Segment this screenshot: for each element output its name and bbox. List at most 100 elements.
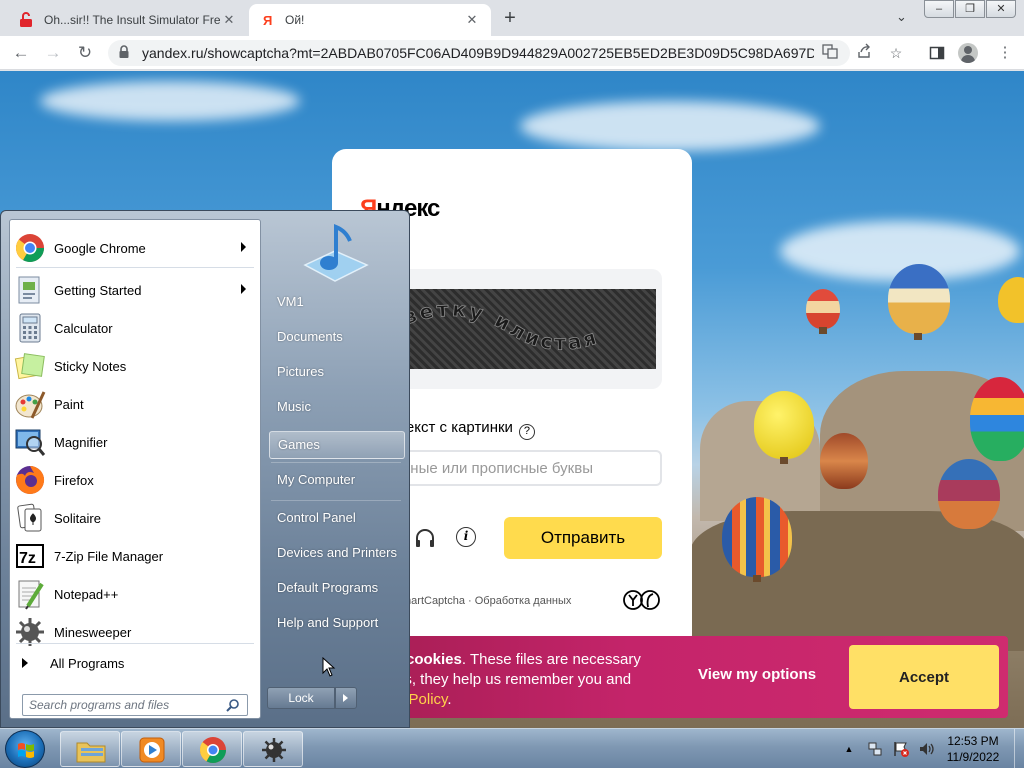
program-item-firefox[interactable]: Firefox xyxy=(12,462,258,498)
program-label: Calculator xyxy=(54,320,113,336)
captcha-word: илистая xyxy=(491,308,602,355)
start-place-documents[interactable]: Documents xyxy=(269,323,405,351)
captcha-footer-links[interactable]: martCaptcha · Обработка данных xyxy=(402,595,571,607)
translate-icon[interactable] xyxy=(820,43,840,63)
hot-air-balloon xyxy=(754,391,814,459)
program-item-7-zip-file-manager[interactable]: 7z 7-Zip File Manager xyxy=(12,538,258,574)
start-place-pictures[interactable]: Pictures xyxy=(269,358,405,386)
profile-avatar[interactable] xyxy=(958,43,978,63)
program-label: Firefox xyxy=(54,472,94,488)
tab-search-icon[interactable]: ⌄ xyxy=(896,9,907,25)
new-tab-button[interactable]: + xyxy=(498,7,522,30)
program-item-solitaire[interactable]: Solitaire xyxy=(12,500,258,536)
program-item-notepad[interactable]: Notepad++ xyxy=(12,576,258,612)
help-icon[interactable]: ? xyxy=(518,424,535,440)
lock-button[interactable]: Lock xyxy=(267,687,335,709)
chrome-icon xyxy=(14,232,46,264)
shutdown-options-button[interactable] xyxy=(335,687,357,709)
minimize-button[interactable]: – xyxy=(924,0,954,18)
start-place-control-panel[interactable]: Control Panel xyxy=(269,504,405,532)
browser-toolbar: ← → ↻ yandex.ru/showcaptcha?mt=2ABDAB070… xyxy=(0,36,1024,70)
action-center-icon[interactable] xyxy=(892,740,910,758)
notepadpp-icon xyxy=(14,578,46,610)
hot-air-balloon xyxy=(820,433,868,489)
program-item-paint[interactable]: Paint xyxy=(12,386,258,422)
address-bar[interactable]: yandex.ru/showcaptcha?mt=2ABDAB0705FC06A… xyxy=(108,40,902,66)
cloud xyxy=(520,101,820,151)
view-my-options-link[interactable]: View my options xyxy=(698,666,816,683)
side-panel-icon[interactable] xyxy=(926,42,948,64)
hot-air-balloon xyxy=(938,459,1000,529)
show-hidden-icons-arrow[interactable]: ▲ xyxy=(840,740,858,758)
captcha-image: ветку илистая xyxy=(402,289,656,369)
program-label: Notepad++ xyxy=(54,586,119,602)
program-item-google-chrome[interactable]: Google Chrome xyxy=(12,230,258,266)
firefox-icon xyxy=(14,464,46,496)
network-icon[interactable] xyxy=(866,740,884,758)
paint-icon xyxy=(14,388,46,420)
start-place-help-and-support[interactable]: Help and Support xyxy=(269,609,405,637)
all-programs-item[interactable]: All Programs xyxy=(12,650,258,676)
taskbar-minesweeper-button[interactable] xyxy=(243,731,303,767)
forward-button[interactable]: → xyxy=(42,42,64,64)
taskbar-chrome-button[interactable] xyxy=(182,731,242,767)
close-window-button[interactable]: ✕ xyxy=(986,0,1016,18)
start-place-devices-and-printers[interactable]: Devices and Printers xyxy=(269,539,405,567)
start-search-input[interactable] xyxy=(22,694,248,716)
cookie-message: r cookies. These files are necessary es, … xyxy=(396,651,641,708)
tab-strip: Oh...sir!! The Insult Simulator Free ✕ Я… xyxy=(0,0,1024,36)
program-item-calculator[interactable]: Calculator xyxy=(12,310,258,346)
cloud xyxy=(40,81,300,121)
menu-kebab-icon[interactable]: ⋮ xyxy=(994,42,1016,64)
7zip-icon: 7z xyxy=(14,540,46,572)
show-desktop-button[interactable] xyxy=(1014,729,1024,768)
program-item-getting-started[interactable]: Getting Started xyxy=(12,272,258,308)
start-place-music[interactable]: Music xyxy=(269,393,405,421)
program-item-magnifier[interactable]: Magnifier xyxy=(12,424,258,460)
start-button[interactable] xyxy=(5,730,45,768)
tab-yandex[interactable]: Я Ой! ✕ xyxy=(249,4,491,36)
submenu-arrow-icon[interactable] xyxy=(241,242,246,252)
program-item-minesweeper[interactable]: Minesweeper xyxy=(12,614,258,650)
submenu-arrow-icon[interactable] xyxy=(241,284,246,294)
captcha-answer-input[interactable] xyxy=(372,450,662,486)
taskbar-media-player-button[interactable] xyxy=(121,731,181,767)
clock[interactable]: 12:53 PM 11/9/2022 xyxy=(936,733,1010,765)
start-place-my-computer[interactable]: My Computer xyxy=(269,466,405,494)
hot-air-balloon xyxy=(888,264,950,334)
accept-cookies-button[interactable]: Accept xyxy=(849,645,999,709)
info-icon[interactable]: i xyxy=(456,527,476,547)
program-label: Google Chrome xyxy=(54,240,146,256)
search-icon[interactable] xyxy=(226,698,240,712)
submit-button[interactable]: Отправить xyxy=(504,517,662,559)
start-place-games[interactable]: Games xyxy=(269,431,405,459)
chrome-icon xyxy=(199,737,227,764)
separator xyxy=(16,643,254,644)
program-item-sticky-notes[interactable]: Sticky Notes xyxy=(12,348,258,384)
yandex-icon: Я xyxy=(259,12,275,28)
calculator-icon xyxy=(14,312,46,344)
cookie-banner: r cookies. These files are necessary es, … xyxy=(380,636,1008,718)
bookmark-star-icon[interactable]: ☆ xyxy=(886,43,906,63)
program-label: Minesweeper xyxy=(54,624,132,640)
share-icon[interactable] xyxy=(854,43,874,63)
back-button[interactable]: ← xyxy=(10,42,32,64)
sticky-notes-icon xyxy=(14,350,46,382)
hot-air-balloon xyxy=(722,497,792,577)
getting-started-icon xyxy=(14,274,46,306)
start-place-vm1[interactable]: VM1 xyxy=(269,288,405,316)
volume-icon[interactable] xyxy=(918,740,936,758)
url-text[interactable]: yandex.ru/showcaptcha?mt=2ABDAB0705FC06A… xyxy=(142,45,814,61)
balloon-basket xyxy=(780,457,788,464)
reload-button[interactable]: ↻ xyxy=(74,42,96,64)
close-tab-icon[interactable]: ✕ xyxy=(463,12,481,28)
media-player-icon xyxy=(139,737,165,763)
close-tab-icon[interactable]: ✕ xyxy=(220,12,238,28)
restore-button[interactable]: ❐ xyxy=(955,0,985,18)
audio-captcha-icon[interactable] xyxy=(414,527,436,549)
tab-insult-simulator[interactable]: Oh...sir!! The Insult Simulator Free ✕ xyxy=(8,4,248,36)
start-place-default-programs[interactable]: Default Programs xyxy=(269,574,405,602)
taskbar-explorer-button[interactable] xyxy=(60,731,120,767)
program-label: Paint xyxy=(54,396,84,412)
clock-date: 11/9/2022 xyxy=(946,750,1000,764)
